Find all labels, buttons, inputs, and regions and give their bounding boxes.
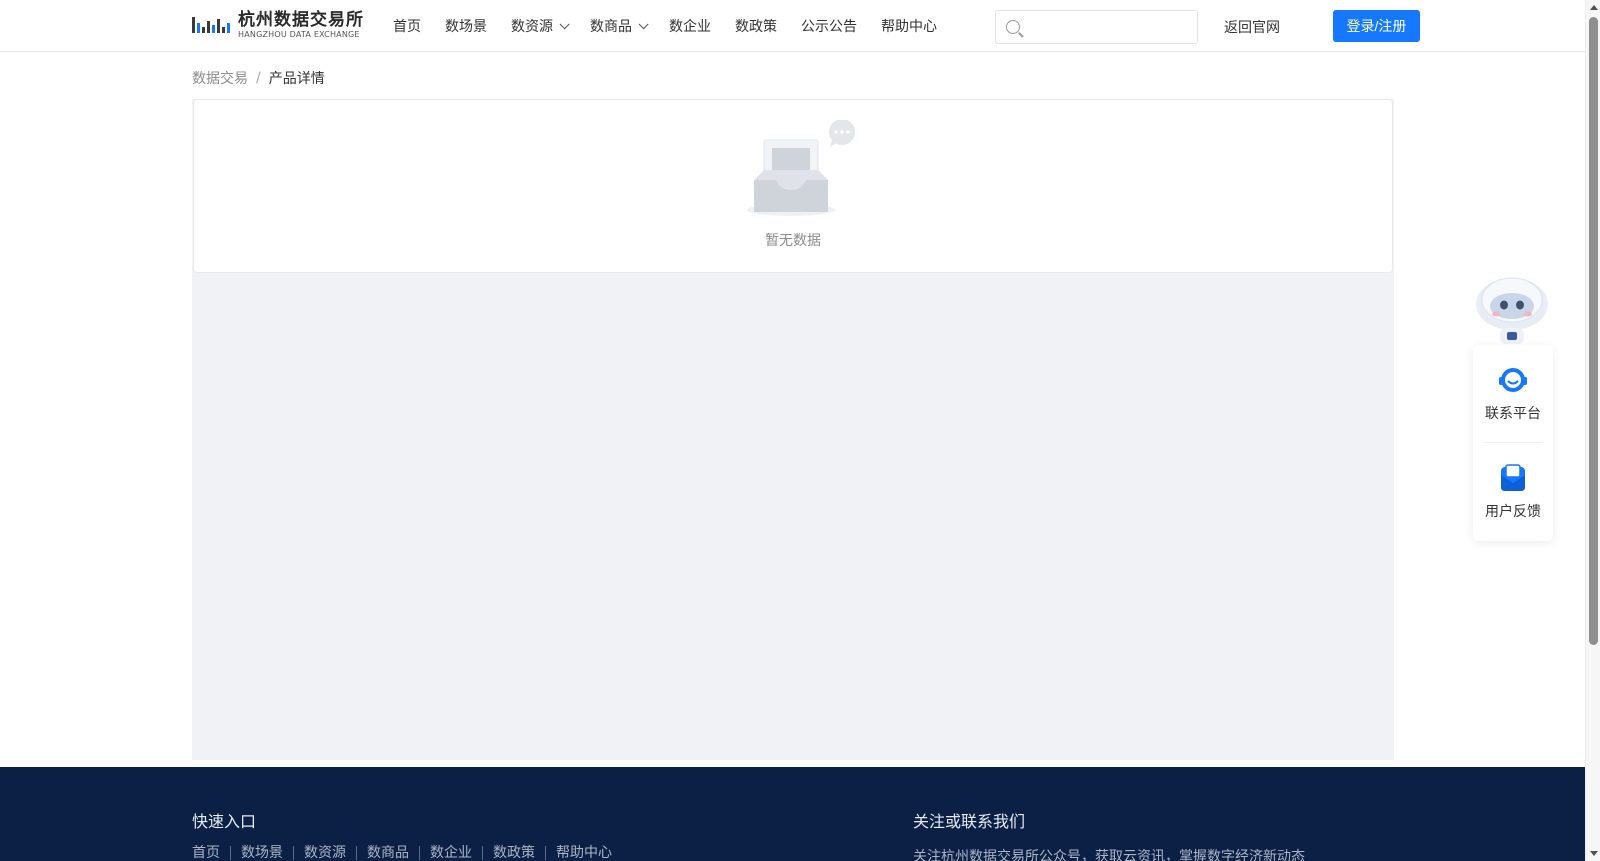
nav-item-home[interactable]: 首页: [393, 16, 421, 36]
page-scrollbar[interactable]: [1585, 0, 1600, 861]
search-box[interactable]: [995, 10, 1198, 44]
logo-title: 杭州数据交易所: [238, 9, 364, 30]
floating-side-panel: 联系平台 用户反馈: [1473, 345, 1553, 541]
search-input[interactable]: [1030, 11, 1190, 43]
footer-link-home[interactable]: 首页: [192, 846, 231, 860]
chevron-down-icon: [559, 18, 570, 29]
nav-item-resources[interactable]: 数资源: [511, 16, 570, 36]
scroll-down-arrow-icon[interactable]: [1590, 851, 1598, 856]
contact-platform-button[interactable]: 联系平台: [1473, 345, 1553, 441]
back-to-site-link[interactable]: 返回官网: [1224, 17, 1280, 37]
breadcrumb-current: 产品详情: [268, 71, 325, 87]
breadcrumb: 数据交易 / 产品详情: [192, 68, 325, 88]
site-logo[interactable]: 杭州数据交易所 HANGZHOU DATA EXCHANGE: [192, 10, 364, 40]
nav-item-enterprises[interactable]: 数企业: [669, 16, 711, 36]
user-feedback-label: 用户反馈: [1485, 504, 1541, 520]
empty-state-card: 暂无数据: [193, 99, 1393, 273]
footer-link-enterprises[interactable]: 数企业: [420, 846, 483, 860]
search-icon: [1006, 20, 1020, 34]
nav-item-help[interactable]: 帮助中心: [881, 16, 937, 36]
contact-platform-label: 联系平台: [1485, 406, 1541, 422]
nav-item-announcements[interactable]: 公示公告: [801, 16, 857, 36]
mail-feedback-icon: [1501, 464, 1525, 491]
chevron-down-icon: [638, 18, 649, 29]
assistant-robot-icon[interactable]: [1472, 268, 1552, 344]
empty-inbox-icon: [747, 120, 855, 216]
footer-quick-links: 首页 数场景 数资源 数商品 数企业 数政策 帮助中心: [192, 846, 622, 860]
scrollbar-thumb[interactable]: [1589, 17, 1598, 645]
page-footer: 快速入口 关注或联系我们 首页 数场景 数资源 数商品 数企业 数政策 帮助中心…: [0, 767, 1585, 861]
footer-contact-title: 关注或联系我们: [913, 812, 1026, 831]
user-feedback-button[interactable]: 用户反馈: [1473, 443, 1553, 539]
headset-icon: [1499, 368, 1527, 392]
footer-link-scenes[interactable]: 数场景: [231, 846, 294, 860]
nav-item-scenes[interactable]: 数场景: [445, 16, 487, 36]
breadcrumb-separator: /: [256, 70, 261, 86]
nav-item-products[interactable]: 数商品: [590, 16, 649, 36]
logo-bars-icon: [192, 11, 234, 39]
breadcrumb-link-data-trading[interactable]: 数据交易: [192, 68, 248, 88]
main-nav: 首页 数场景 数资源 数商品 数企业 数政策 公示公告 帮助中心: [393, 0, 961, 52]
footer-contact-desc: 关注杭州数据交易所公众号，获取云资讯，掌握数字经济新动态: [913, 849, 1305, 861]
footer-link-policies[interactable]: 数政策: [483, 846, 546, 860]
scroll-up-arrow-icon[interactable]: [1590, 5, 1598, 10]
empty-state-text: 暂无数据: [765, 233, 821, 249]
top-header: 杭州数据交易所 HANGZHOU DATA EXCHANGE 首页 数场景 数资…: [0, 0, 1585, 52]
footer-link-products[interactable]: 数商品: [357, 846, 420, 860]
login-register-button[interactable]: 登录/注册: [1333, 10, 1420, 42]
logo-subtitle: HANGZHOU DATA EXCHANGE: [238, 29, 360, 39]
nav-item-policies[interactable]: 数政策: [735, 16, 777, 36]
footer-link-resources[interactable]: 数资源: [294, 846, 357, 860]
footer-quick-title: 快速入口: [192, 812, 257, 831]
footer-link-help[interactable]: 帮助中心: [546, 846, 622, 860]
